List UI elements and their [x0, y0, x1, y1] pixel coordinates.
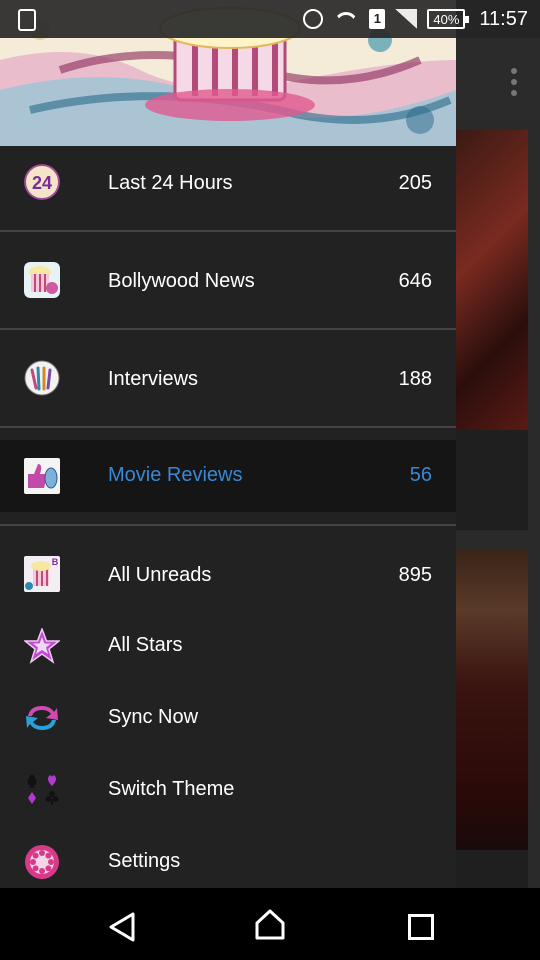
divider: [0, 426, 456, 428]
drawer-item-label: Switch Theme: [108, 778, 235, 800]
unread-count: 56: [409, 464, 432, 486]
thumbs-icon: [24, 458, 60, 494]
phone-screenshot-icon: [18, 9, 36, 31]
unread-count: 646: [398, 270, 432, 292]
microphone-icon: [24, 360, 60, 396]
wifi-icon: [333, 9, 359, 29]
navigation-drawer: 24 Last 24 Hours 205 Bollywood News 646: [0, 0, 456, 888]
status-indicators: 1 40% 11:57: [303, 0, 528, 38]
popcorn-reels-icon: B: [24, 556, 60, 592]
card-suits-icon: [27, 774, 59, 805]
sim-slot-badge: 1: [369, 9, 386, 29]
drawer-item-interviews[interactable]: Interviews 188: [0, 330, 456, 426]
alarm-icon: [303, 9, 324, 29]
drawer-item-label: All Stars: [108, 634, 183, 656]
drawer-item-label: Movie Reviews: [108, 464, 243, 486]
svg-text:24: 24: [32, 173, 52, 193]
svg-text:B: B: [52, 557, 59, 567]
back-icon[interactable]: [108, 912, 136, 942]
unread-count: 205: [398, 172, 432, 194]
home-icon[interactable]: [254, 908, 286, 940]
popcorn-icon: [24, 262, 60, 298]
article-image[interactable]: [456, 130, 528, 430]
article-card[interactable]: [456, 850, 528, 888]
recent-apps-icon[interactable]: [408, 914, 434, 940]
drawer-item-label: Bollywood News: [108, 270, 255, 292]
drawer-item-label: Interviews: [108, 368, 199, 390]
signal-icon: [395, 9, 418, 29]
drawer-item-label: Settings: [108, 850, 181, 872]
clock: 11:57: [479, 7, 528, 30]
drawer-item-switch-theme[interactable]: Switch Theme: [0, 754, 456, 826]
drawer-item-all-stars[interactable]: All Stars: [0, 610, 456, 682]
article-card[interactable]: [456, 430, 528, 530]
unread-count: 895: [398, 564, 432, 586]
drawer-item-settings[interactable]: Settings: [0, 826, 456, 888]
gear-icon: [25, 845, 59, 879]
drawer-item-last-24-hours[interactable]: 24 Last 24 Hours 205: [0, 146, 456, 230]
sync-icon: [26, 706, 58, 730]
24-hours-icon: 24: [24, 164, 60, 200]
battery-icon: 40%: [427, 9, 470, 29]
status-bar: 1 40% 11:57: [0, 0, 540, 38]
drawer-item-label: All Unreads: [108, 564, 212, 586]
drawer-item-label: Last 24 Hours: [108, 172, 233, 194]
drawer-item-movie-reviews[interactable]: Movie Reviews 56: [0, 440, 456, 512]
drawer-item-all-unreads[interactable]: B All Unreads 895: [0, 526, 456, 622]
article-image[interactable]: [456, 550, 528, 850]
star-icon: [24, 628, 60, 664]
drawer-item-label: Sync Now: [108, 706, 199, 728]
drawer-item-sync-now[interactable]: Sync Now: [0, 682, 456, 754]
unread-count: 188: [398, 368, 432, 390]
overflow-menu-icon[interactable]: [510, 68, 518, 96]
drawer-item-bollywood-news[interactable]: Bollywood News 646: [0, 232, 456, 328]
